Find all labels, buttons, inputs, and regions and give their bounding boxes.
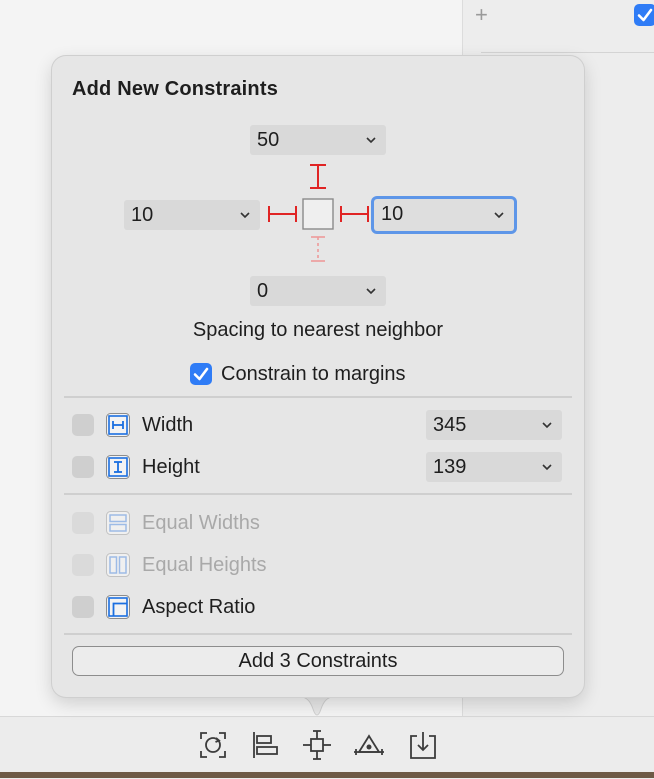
aspect-ratio-icon xyxy=(106,595,130,619)
equal-heights-label: Equal Heights xyxy=(142,554,267,576)
plus-icon[interactable]: + xyxy=(475,2,488,28)
aspect-ratio-label: Aspect Ratio xyxy=(142,596,256,618)
width-checkbox[interactable] xyxy=(72,414,94,436)
height-value-select[interactable]: 139 xyxy=(426,452,562,482)
add-constraints-button[interactable]: Add 3 Constraints xyxy=(72,646,564,676)
height-checkbox[interactable] xyxy=(72,456,94,478)
spacing-top-value: 50 xyxy=(257,129,280,151)
spacing-top-select[interactable]: 50 xyxy=(250,125,386,155)
divider xyxy=(64,633,572,635)
popover-arrow xyxy=(301,696,333,716)
chevron-down-icon xyxy=(366,288,376,295)
spacing-right-value: 10 xyxy=(381,203,404,225)
chevron-down-icon xyxy=(494,212,504,219)
constrain-to-margins-label: Constrain to margins xyxy=(221,363,406,385)
equal-widths-label: Equal Widths xyxy=(142,512,260,534)
divider xyxy=(64,396,572,398)
height-constraint-icon xyxy=(106,455,130,479)
add-constraints-popover: Add New Constraints 50 10 10 0 Spacing t… xyxy=(52,56,584,697)
checkmark-icon xyxy=(193,367,209,381)
spacing-left-value: 10 xyxy=(131,204,154,226)
width-label: Width xyxy=(142,414,194,436)
align-icon[interactable] xyxy=(248,728,282,762)
width-value-select[interactable]: 345 xyxy=(426,410,562,440)
update-frames-icon[interactable] xyxy=(196,728,230,762)
checkbox-checked[interactable] xyxy=(634,4,654,26)
chevron-down-icon xyxy=(542,422,552,429)
spacing-bottom-select[interactable]: 0 xyxy=(250,276,386,306)
equal-widths-checkbox[interactable] xyxy=(72,512,94,534)
right-constraint-strut[interactable] xyxy=(340,206,369,222)
resolve-issues-icon[interactable] xyxy=(352,728,386,762)
embed-in-icon[interactable] xyxy=(406,728,440,762)
chevron-down-icon xyxy=(542,464,552,471)
width-value: 345 xyxy=(433,414,467,436)
popover-title: Add New Constraints xyxy=(72,78,279,100)
divider xyxy=(64,493,572,495)
height-label: Height xyxy=(142,456,200,478)
top-constraint-strut[interactable] xyxy=(310,164,326,189)
chevron-down-icon xyxy=(366,137,376,144)
spacing-right-select[interactable]: 10 xyxy=(374,199,514,231)
divider xyxy=(481,52,654,53)
spacing-bottom-value: 0 xyxy=(257,280,269,302)
equal-heights-icon xyxy=(106,553,130,577)
left-constraint-strut[interactable] xyxy=(268,206,297,222)
spacing-caption: Spacing to nearest neighbor xyxy=(192,319,444,341)
spacing-diagram xyxy=(268,164,369,262)
constrain-to-margins-checkbox[interactable] xyxy=(190,363,212,385)
add-constraints-icon[interactable] xyxy=(300,728,334,762)
view-box xyxy=(302,198,334,230)
chevron-down-icon xyxy=(240,212,250,219)
equal-heights-checkbox[interactable] xyxy=(72,554,94,576)
spacing-left-select[interactable]: 10 xyxy=(124,200,260,230)
checkmark-icon xyxy=(637,8,653,22)
bottom-constraint-strut[interactable] xyxy=(311,236,325,262)
aspect-ratio-checkbox[interactable] xyxy=(72,596,94,618)
window-edge xyxy=(0,772,654,778)
height-value: 139 xyxy=(433,456,467,478)
width-constraint-icon xyxy=(106,413,130,437)
equal-widths-icon xyxy=(106,511,130,535)
